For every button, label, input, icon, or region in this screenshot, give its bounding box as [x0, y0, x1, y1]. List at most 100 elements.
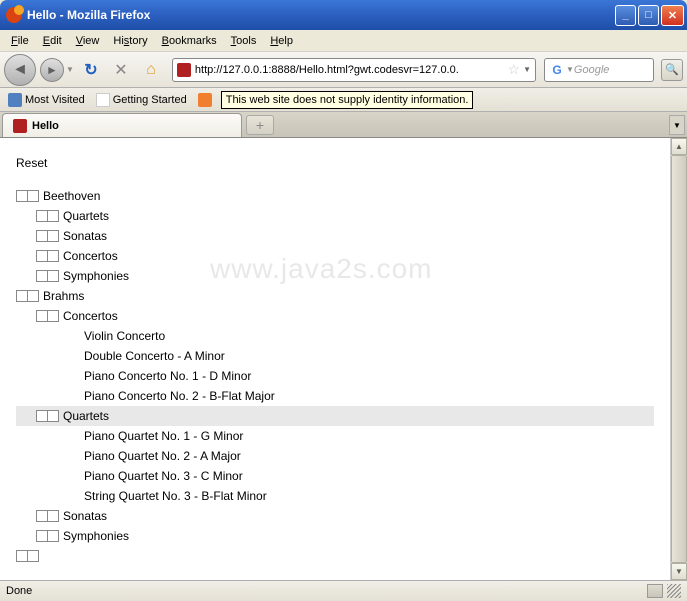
- tree-toggle[interactable]: [16, 190, 39, 202]
- tree-toggle[interactable]: [16, 290, 39, 302]
- tree-row[interactable]: String Quartet No. 3 - B-Flat Minor: [16, 486, 654, 506]
- status-bar: Done: [0, 580, 687, 601]
- tree-toggle[interactable]: [36, 210, 59, 222]
- tree-row[interactable]: Double Concerto - A Minor: [16, 346, 654, 366]
- tree-row[interactable]: Symphonies: [16, 266, 654, 286]
- bookmark-most-visited[interactable]: Most Visited: [4, 91, 89, 109]
- reset-link[interactable]: Reset: [16, 156, 654, 170]
- tree-row[interactable]: Sonatas: [16, 506, 654, 526]
- nav-history-dropdown[interactable]: ▼: [66, 65, 74, 74]
- search-bar[interactable]: G ▼ Google: [544, 58, 654, 82]
- checkbox-icon[interactable]: [27, 550, 39, 562]
- tree-row[interactable]: Concertos: [16, 306, 654, 326]
- menu-view[interactable]: View: [69, 33, 107, 49]
- tree-row[interactable]: Piano Quartet No. 2 - A Major: [16, 446, 654, 466]
- tree-label: Sonatas: [63, 509, 107, 523]
- url-bar[interactable]: http://127.0.0.1:8888/Hello.html?gwt.cod…: [172, 58, 536, 82]
- tree-label: Brahms: [43, 289, 84, 303]
- close-button[interactable]: ✕: [661, 5, 684, 26]
- tree-toggle[interactable]: [36, 410, 59, 422]
- identity-tooltip: This web site does not supply identity i…: [221, 91, 474, 109]
- tree-toggle[interactable]: [36, 310, 59, 322]
- tree-label: Sonatas: [63, 229, 107, 243]
- url-text[interactable]: http://127.0.0.1:8888/Hello.html?gwt.cod…: [195, 64, 505, 76]
- tree-label: Piano Quartet No. 3 - C Minor: [84, 469, 243, 483]
- reload-button[interactable]: ↻: [81, 60, 101, 80]
- tree-row[interactable]: Symphonies: [16, 526, 654, 546]
- menu-history[interactable]: History: [106, 33, 154, 49]
- tree-toggle[interactable]: [36, 230, 59, 242]
- menu-tools[interactable]: Tools: [224, 33, 264, 49]
- tree-label: Concertos: [63, 309, 118, 323]
- checkbox-icon[interactable]: [47, 250, 59, 262]
- window-titlebar: Hello - Mozilla Firefox _ □ ✕: [0, 0, 687, 30]
- maximize-button[interactable]: □: [638, 5, 659, 26]
- stop-button[interactable]: ✕: [111, 60, 131, 80]
- home-button[interactable]: ⌂: [141, 60, 161, 80]
- tree-row[interactable]: Piano Concerto No. 1 - D Minor: [16, 366, 654, 386]
- tree-row[interactable]: Brahms: [16, 286, 654, 306]
- tree-label: String Quartet No. 3 - B-Flat Minor: [84, 489, 267, 503]
- tree-row[interactable]: Piano Quartet No. 3 - C Minor: [16, 466, 654, 486]
- search-engine-dropdown[interactable]: ▼: [566, 65, 574, 74]
- scroll-up-button[interactable]: ▲: [671, 138, 687, 155]
- status-text: Done: [6, 585, 32, 597]
- content-wrapper: www.java2s.com Reset BeethovenQuartetsSo…: [0, 138, 687, 580]
- tab-active[interactable]: Hello: [2, 113, 242, 137]
- forward-button[interactable]: ►: [40, 58, 64, 82]
- tree-label: Quartets: [63, 409, 109, 423]
- tree-row[interactable]: Quartets: [16, 406, 654, 426]
- tree-row[interactable]: Quartets: [16, 206, 654, 226]
- search-go-button[interactable]: 🔍: [661, 59, 683, 81]
- tree-row[interactable]: Sonatas: [16, 226, 654, 246]
- scroll-down-button[interactable]: ▼: [671, 563, 687, 580]
- tree-toggle[interactable]: [36, 510, 59, 522]
- navigation-toolbar: ◄ ► ▼ ↻ ✕ ⌂ http://127.0.0.1:8888/Hello.…: [0, 52, 687, 88]
- tree-label: Violin Concerto: [84, 329, 165, 343]
- new-tab-button[interactable]: +: [246, 115, 274, 135]
- scroll-track[interactable]: [671, 155, 687, 563]
- checkbox-icon[interactable]: [47, 310, 59, 322]
- minimize-button[interactable]: _: [615, 5, 636, 26]
- tree-row[interactable]: Violin Concerto: [16, 326, 654, 346]
- menu-file[interactable]: File: [4, 33, 36, 49]
- tabs-dropdown[interactable]: ▼: [669, 115, 685, 135]
- page-icon: [96, 93, 110, 107]
- menu-edit[interactable]: Edit: [36, 33, 69, 49]
- checkbox-icon[interactable]: [47, 530, 59, 542]
- menu-help[interactable]: Help: [263, 33, 300, 49]
- checkbox-icon[interactable]: [27, 190, 39, 202]
- tree-toggle[interactable]: [36, 530, 59, 542]
- bookmark-rss[interactable]: [194, 91, 216, 109]
- checkbox-icon[interactable]: [47, 410, 59, 422]
- bookmark-label: Getting Started: [113, 94, 187, 106]
- tree-toggle[interactable]: [16, 550, 39, 562]
- tree-toggle[interactable]: [36, 270, 59, 282]
- tree-row[interactable]: Concertos: [16, 246, 654, 266]
- site-identity-icon[interactable]: [177, 63, 191, 77]
- url-dropdown-icon[interactable]: ▼: [523, 65, 531, 74]
- tree-toggle[interactable]: [36, 250, 59, 262]
- checkbox-icon[interactable]: [47, 230, 59, 242]
- tree-row[interactable]: Piano Quartet No. 1 - G Minor: [16, 426, 654, 446]
- checkbox-icon[interactable]: [47, 210, 59, 222]
- bookmark-star-icon[interactable]: ☆: [508, 61, 521, 78]
- tree-row[interactable]: Piano Concerto No. 2 - B-Flat Major: [16, 386, 654, 406]
- resize-grip[interactable]: [667, 584, 681, 598]
- checkbox-icon[interactable]: [27, 290, 39, 302]
- checkbox-icon[interactable]: [47, 270, 59, 282]
- bookmark-getting-started[interactable]: Getting Started: [92, 91, 191, 109]
- menu-bookmarks[interactable]: Bookmarks: [155, 33, 224, 49]
- bookmarks-toolbar: Most Visited Getting Started This web si…: [0, 88, 687, 112]
- vertical-scrollbar[interactable]: ▲ ▼: [670, 138, 687, 580]
- google-icon[interactable]: G: [549, 62, 565, 78]
- checkbox-icon[interactable]: [47, 510, 59, 522]
- tree-row[interactable]: [16, 546, 654, 566]
- back-button[interactable]: ◄: [4, 54, 36, 86]
- tree-label: Piano Quartet No. 2 - A Major: [84, 449, 241, 463]
- tab-favicon: [13, 119, 27, 133]
- scroll-thumb[interactable]: [671, 155, 687, 563]
- tree-row[interactable]: Beethoven: [16, 186, 654, 206]
- window-title: Hello - Mozilla Firefox: [27, 8, 615, 22]
- tree-label: Concertos: [63, 249, 118, 263]
